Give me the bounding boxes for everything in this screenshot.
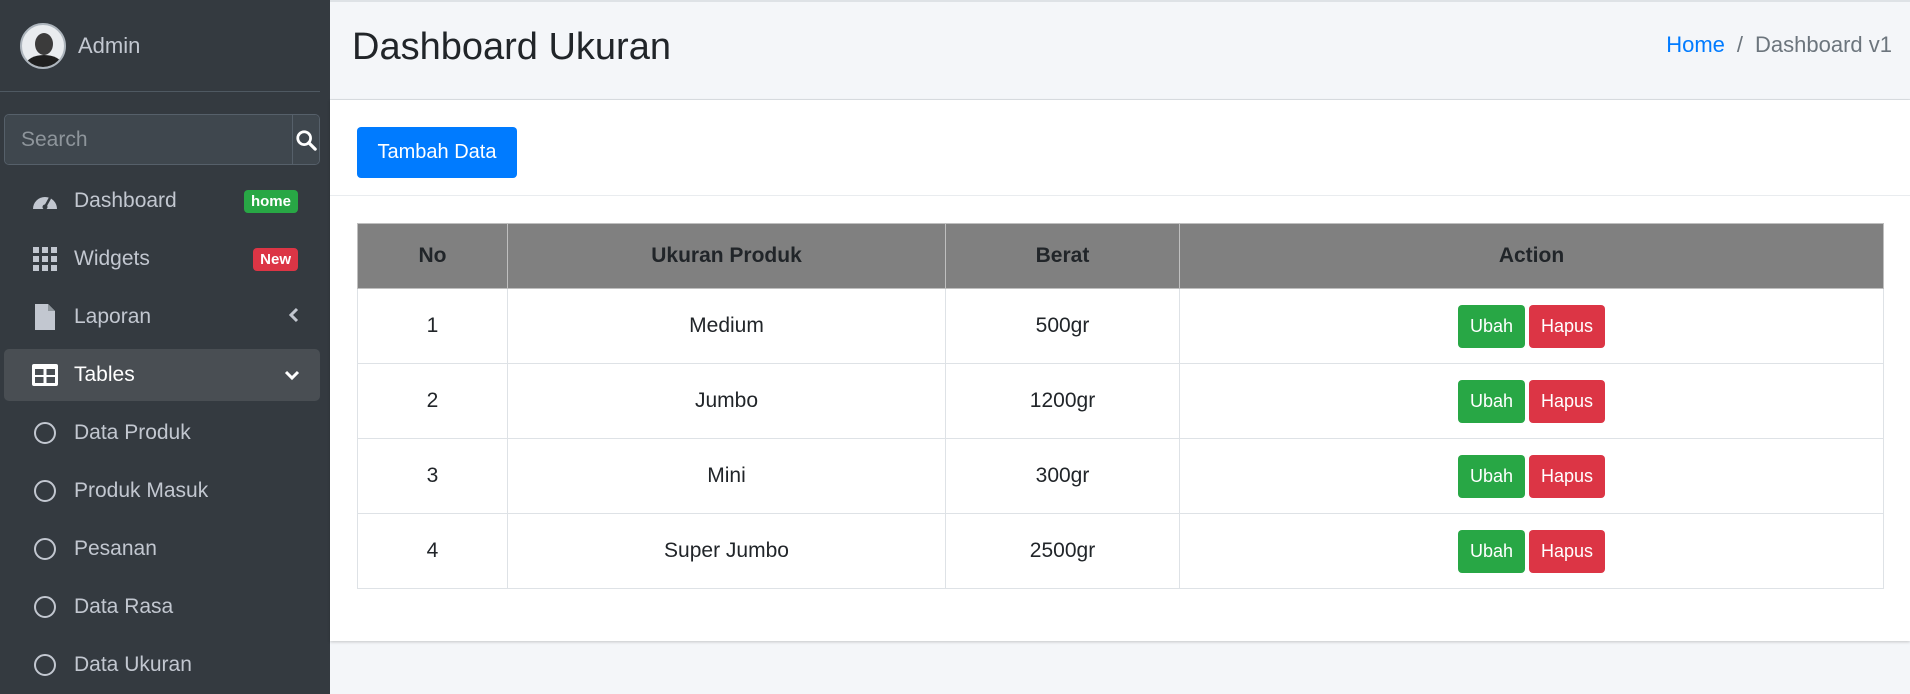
delete-button[interactable]: Hapus [1529,379,1606,423]
column-header-berat: Berat [945,223,1180,289]
table-icon [30,360,60,390]
sidebar-nav: Dashboard home Widgets New Laporan Table… [4,175,320,694]
cell-no: 2 [357,363,508,439]
delete-button[interactable]: Hapus [1529,304,1606,348]
file-icon [30,302,60,332]
cell-action: Ubah Hapus [1179,288,1884,364]
sidebar-item-label: Pesanan [74,537,157,560]
edit-button[interactable]: Ubah [1457,454,1525,498]
cell-berat: 2500gr [945,513,1180,589]
card-header: Tambah Data [330,100,1910,196]
circle-icon [30,534,60,564]
status-badge: home [243,189,298,213]
delete-button[interactable]: Hapus [1529,454,1606,498]
edit-button[interactable]: Ubah [1457,529,1525,573]
sidebar-item-laporan[interactable]: Laporan [4,291,320,343]
grid-icon [30,244,60,274]
cell-ukuran: Mini [507,438,946,514]
table-row: 4 Super Jumbo 2500gr Ubah Hapus [357,513,1884,589]
sidebar-item-label: Dashboard [74,189,177,212]
circle-icon [30,476,60,506]
cell-ukuran: Jumbo [507,363,946,439]
table-row: 2 Jumbo 1200gr Ubah Hapus [357,363,1884,439]
user-panel[interactable]: Admin [0,0,320,92]
circle-icon [30,592,60,622]
column-header-ukuran: Ukuran Produk [507,223,946,289]
circle-icon [30,418,60,448]
breadcrumb-separator: / [1736,32,1744,57]
sidebar-item-data-produk[interactable]: Data Produk [4,407,320,459]
sidebar-item-data-ukuran[interactable]: Data Ukuran [4,639,320,691]
sidebar-item-dashboard[interactable]: Dashboard home [4,175,320,227]
cell-no: 4 [357,513,508,589]
cell-no: 1 [357,288,508,364]
sidebar-item-label: Data Rasa [74,595,174,618]
breadcrumb-current: Dashboard v1 [1755,32,1892,57]
cell-berat: 500gr [945,288,1180,364]
search-button[interactable] [292,115,319,164]
sidebar-item-produk-masuk[interactable]: Produk Masuk [4,465,320,517]
search-input[interactable] [5,115,292,164]
sidebar-item-tables[interactable]: Tables [4,349,320,401]
content-header: Dashboard Ukuran Home / Dashboard v1 [330,0,1910,100]
search-icon [296,129,317,151]
page-title: Dashboard Ukuran [352,26,671,68]
cell-action: Ubah Hapus [1179,363,1884,439]
chevron-left-icon [288,307,300,328]
status-badge: New [253,247,298,271]
sidebar-item-data-rasa[interactable]: Data Rasa [4,581,320,633]
tachometer-icon [30,186,60,216]
cell-berat: 300gr [945,438,1180,514]
sidebar-item-label: Tables [74,363,135,386]
sidebar-item-label: Data Produk [74,421,191,444]
cell-ukuran: Medium [507,288,946,364]
cell-action: Ubah Hapus [1179,513,1884,589]
delete-button[interactable]: Hapus [1529,529,1606,573]
cell-action: Ubah Hapus [1179,438,1884,514]
user-name[interactable]: Admin [78,33,140,59]
edit-button[interactable]: Ubah [1457,379,1525,423]
sidebar-item-label: Produk Masuk [74,479,209,502]
table-header-row: No Ukuran Produk Berat Action [357,223,1884,289]
table-row: 3 Mini 300gr Ubah Hapus [357,438,1884,514]
breadcrumb: Home / Dashboard v1 [1666,32,1892,58]
add-data-button[interactable]: Tambah Data [357,127,517,178]
size-table: No Ukuran Produk Berat Action 1 Medium 5… [357,223,1884,589]
table-row: 1 Medium 500gr Ubah Hapus [357,288,1884,364]
avatar [20,22,66,69]
chevron-down-icon [284,365,300,386]
breadcrumb-home-link[interactable]: Home [1666,32,1725,57]
sidebar: Admin Dashboard home [0,0,330,694]
sidebar-item-label: Laporan [74,305,152,328]
sidebar-item-label: Widgets [74,247,150,270]
cell-no: 3 [357,438,508,514]
column-header-no: No [357,223,508,289]
data-card: Tambah Data No Ukuran Produk Berat Actio… [330,100,1910,641]
sidebar-item-label: Data Ukuran [74,653,192,676]
sidebar-search [4,114,320,165]
column-header-action: Action [1179,223,1884,289]
cell-ukuran: Super Jumbo [507,513,946,589]
cell-berat: 1200gr [945,363,1180,439]
circle-icon [30,650,60,680]
edit-button[interactable]: Ubah [1457,304,1525,348]
sidebar-item-widgets[interactable]: Widgets New [4,233,320,285]
sidebar-item-pesanan[interactable]: Pesanan [4,523,320,575]
